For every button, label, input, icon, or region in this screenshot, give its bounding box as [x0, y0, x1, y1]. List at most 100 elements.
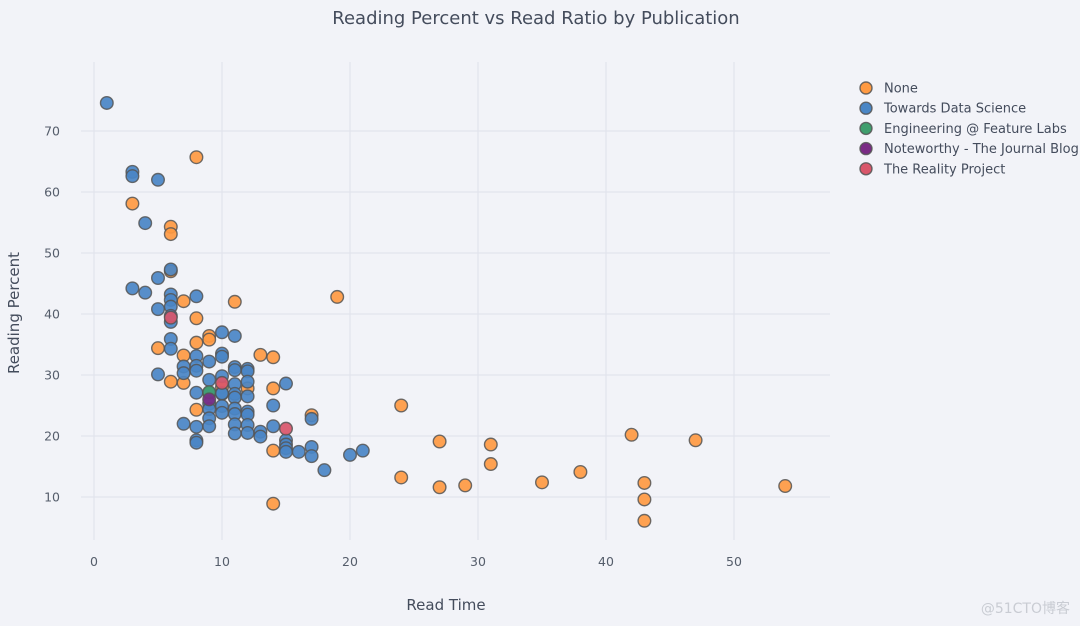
x-tick-label: 50: [726, 554, 742, 569]
data-point: [483, 457, 498, 472]
data-point: [227, 328, 242, 343]
data-point: [163, 227, 178, 242]
legend-label: Engineering @ Feature Labs: [884, 122, 1067, 137]
data-point: [317, 463, 332, 478]
y-tick-label: 30: [44, 368, 60, 383]
legend-label: Noteworthy - The Journal Blog: [884, 142, 1079, 157]
data-point: [138, 285, 153, 300]
data-point: [189, 150, 204, 165]
data-point: [624, 427, 639, 442]
legend-item: Engineering @ Feature Labs: [859, 121, 1067, 137]
x-tick-label: 0: [90, 554, 98, 569]
data-point: [266, 398, 281, 413]
data-point: [279, 444, 294, 459]
data-point: [778, 479, 793, 494]
y-tick-label: 50: [44, 246, 60, 261]
data-point: [483, 437, 498, 452]
data-point: [266, 350, 281, 365]
series-none: [125, 150, 793, 528]
legend-item: Noteworthy - The Journal Blog: [859, 141, 1079, 157]
data-point: [163, 374, 178, 389]
series-towards-data-science: [99, 95, 370, 478]
legend-label: The Reality Project: [883, 162, 1005, 177]
y-axis-label: Reading Percent: [5, 252, 23, 374]
data-point: [343, 447, 358, 462]
data-point: [176, 294, 191, 309]
y-axis-ticks: 10 20 30 40 50 60 70: [44, 124, 60, 505]
x-tick-label: 10: [214, 554, 230, 569]
legend-item: Towards Data Science: [859, 101, 1026, 117]
data-point: [214, 349, 229, 364]
data-point: [150, 172, 165, 187]
data-point: [125, 281, 140, 296]
x-tick-label: 30: [470, 554, 486, 569]
data-point: [279, 421, 294, 436]
data-point: [240, 389, 255, 404]
data-point: [202, 354, 217, 369]
data-point: [227, 426, 242, 441]
data-point: [150, 341, 165, 356]
data-point: [330, 289, 345, 304]
data-point: [535, 475, 550, 490]
data-point: [125, 196, 140, 211]
legend-marker-icon: [859, 121, 873, 136]
data-point: [637, 475, 652, 490]
data-point: [291, 444, 306, 459]
x-tick-label: 20: [342, 554, 358, 569]
legend: None Towards Data Science Engineering @ Fe…: [859, 81, 1079, 177]
y-tick-label: 20: [44, 429, 60, 444]
legend-marker-icon: [859, 162, 873, 176]
data-point: [163, 310, 178, 325]
data-point: [189, 435, 204, 450]
data-point: [99, 95, 114, 110]
data-point: [432, 434, 447, 449]
x-tick-label: 40: [598, 554, 614, 569]
data-point: [432, 480, 447, 495]
x-axis-label: Read Time: [406, 596, 485, 614]
data-point: [189, 363, 204, 378]
x-axis-ticks: 0 10 20 30 40 50: [90, 554, 742, 569]
data-point: [189, 335, 204, 350]
legend-item: The Reality Project: [859, 162, 1005, 177]
data-point: [163, 262, 178, 277]
data-point: [458, 478, 473, 493]
data-point: [227, 294, 242, 309]
data-point: [150, 367, 165, 382]
data-points: [99, 95, 793, 528]
data-point: [202, 332, 217, 347]
data-point: [394, 470, 409, 485]
legend-label: None: [884, 82, 918, 97]
data-point: [214, 405, 229, 420]
watermark: @51CTO博客: [980, 601, 1070, 617]
legend-item: None: [859, 81, 918, 97]
data-point: [125, 169, 140, 184]
data-point: [150, 302, 165, 317]
data-point: [214, 375, 229, 390]
data-point: [240, 374, 255, 389]
data-point: [394, 398, 409, 413]
data-point: [176, 366, 191, 381]
data-point: [202, 419, 217, 434]
data-point: [266, 443, 281, 458]
data-point: [304, 411, 319, 426]
y-tick-label: 70: [44, 124, 60, 139]
data-point: [138, 216, 153, 231]
data-point: [279, 376, 294, 391]
chart-title: Reading Percent vs Read Ratio by Publica…: [332, 8, 739, 29]
data-point: [688, 433, 703, 448]
legend-marker-icon: [859, 141, 873, 156]
data-point: [189, 289, 204, 304]
data-point: [253, 429, 268, 444]
data-point: [266, 381, 281, 396]
y-tick-label: 10: [44, 490, 60, 505]
y-tick-label: 60: [44, 185, 60, 200]
data-point: [189, 385, 204, 400]
data-point: [253, 347, 268, 362]
data-point: [189, 402, 204, 417]
scatter-chart: 0 10 20 30 40 50 10 20 30 40 50 60 70 Reading Perce…: [5, 8, 1079, 614]
legend-marker-icon: [859, 101, 873, 115]
y-tick-label: 40: [44, 307, 60, 322]
data-point: [266, 496, 281, 511]
data-point: [163, 341, 178, 356]
data-point: [637, 513, 652, 528]
